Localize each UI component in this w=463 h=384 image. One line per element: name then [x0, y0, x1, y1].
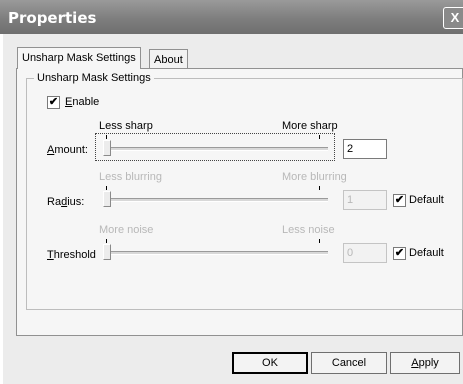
- tab-label: Unsharp Mask Settings: [22, 52, 136, 64]
- tab-about[interactable]: About: [149, 49, 188, 69]
- radius-slider-thumb: [103, 191, 111, 207]
- threshold-right-hint: Less noise: [282, 224, 335, 236]
- amount-left-hint: Less sharp: [99, 120, 153, 132]
- tab-unsharp-mask-settings[interactable]: Unsharp Mask Settings: [17, 47, 141, 69]
- dialog-client-area: Unsharp Mask Settings About Unsharp Mask…: [3, 34, 463, 384]
- threshold-default-checkbox[interactable]: ✔: [393, 247, 406, 260]
- amount-slider-thumb[interactable]: [103, 140, 111, 156]
- apply-button[interactable]: Apply: [390, 352, 460, 374]
- radius-label: Radius:: [47, 196, 85, 208]
- radius-default-checkbox[interactable]: ✔: [393, 194, 406, 207]
- radius-tick-min: [106, 186, 107, 190]
- checkmark-icon: ✔: [394, 194, 405, 206]
- amount-slider-track[interactable]: [106, 147, 328, 151]
- amount-right-hint: More sharp: [282, 120, 338, 132]
- threshold-tick-max: [319, 239, 320, 243]
- cancel-button[interactable]: Cancel: [311, 352, 387, 374]
- close-button[interactable]: X: [443, 7, 463, 29]
- title-bar: Properties X: [0, 0, 463, 34]
- radius-tick-max: [319, 186, 320, 190]
- threshold-slider-track: [106, 251, 328, 255]
- window-title: Properties: [8, 9, 97, 27]
- amount-value-field[interactable]: 2: [343, 139, 387, 159]
- enable-checkbox[interactable]: ✔: [47, 96, 60, 109]
- threshold-left-hint: More noise: [99, 224, 154, 236]
- radius-value-field: 1: [343, 190, 387, 210]
- threshold-slider-thumb: [103, 244, 111, 260]
- groupbox-title: Unsharp Mask Settings: [34, 72, 154, 84]
- checkmark-icon: ✔: [394, 247, 405, 259]
- amount-tick-min: [106, 135, 107, 139]
- checkmark-icon: ✔: [48, 96, 59, 108]
- tab-label: About: [154, 54, 183, 66]
- threshold-tick-min: [106, 239, 107, 243]
- radius-right-hint: More blurring: [282, 171, 347, 183]
- radius-left-hint: Less blurring: [99, 171, 162, 183]
- amount-tick-max: [319, 135, 320, 139]
- amount-label: Amount:: [47, 144, 88, 156]
- radius-default-label: Default: [409, 194, 444, 206]
- radius-slider-track: [106, 198, 328, 202]
- close-icon: X: [450, 10, 460, 25]
- ok-button[interactable]: OK: [232, 352, 308, 374]
- threshold-label: Threshold: [47, 249, 96, 261]
- enable-label: Enable: [65, 96, 100, 108]
- threshold-default-label: Default: [409, 247, 444, 259]
- threshold-value-field: 0: [343, 243, 387, 263]
